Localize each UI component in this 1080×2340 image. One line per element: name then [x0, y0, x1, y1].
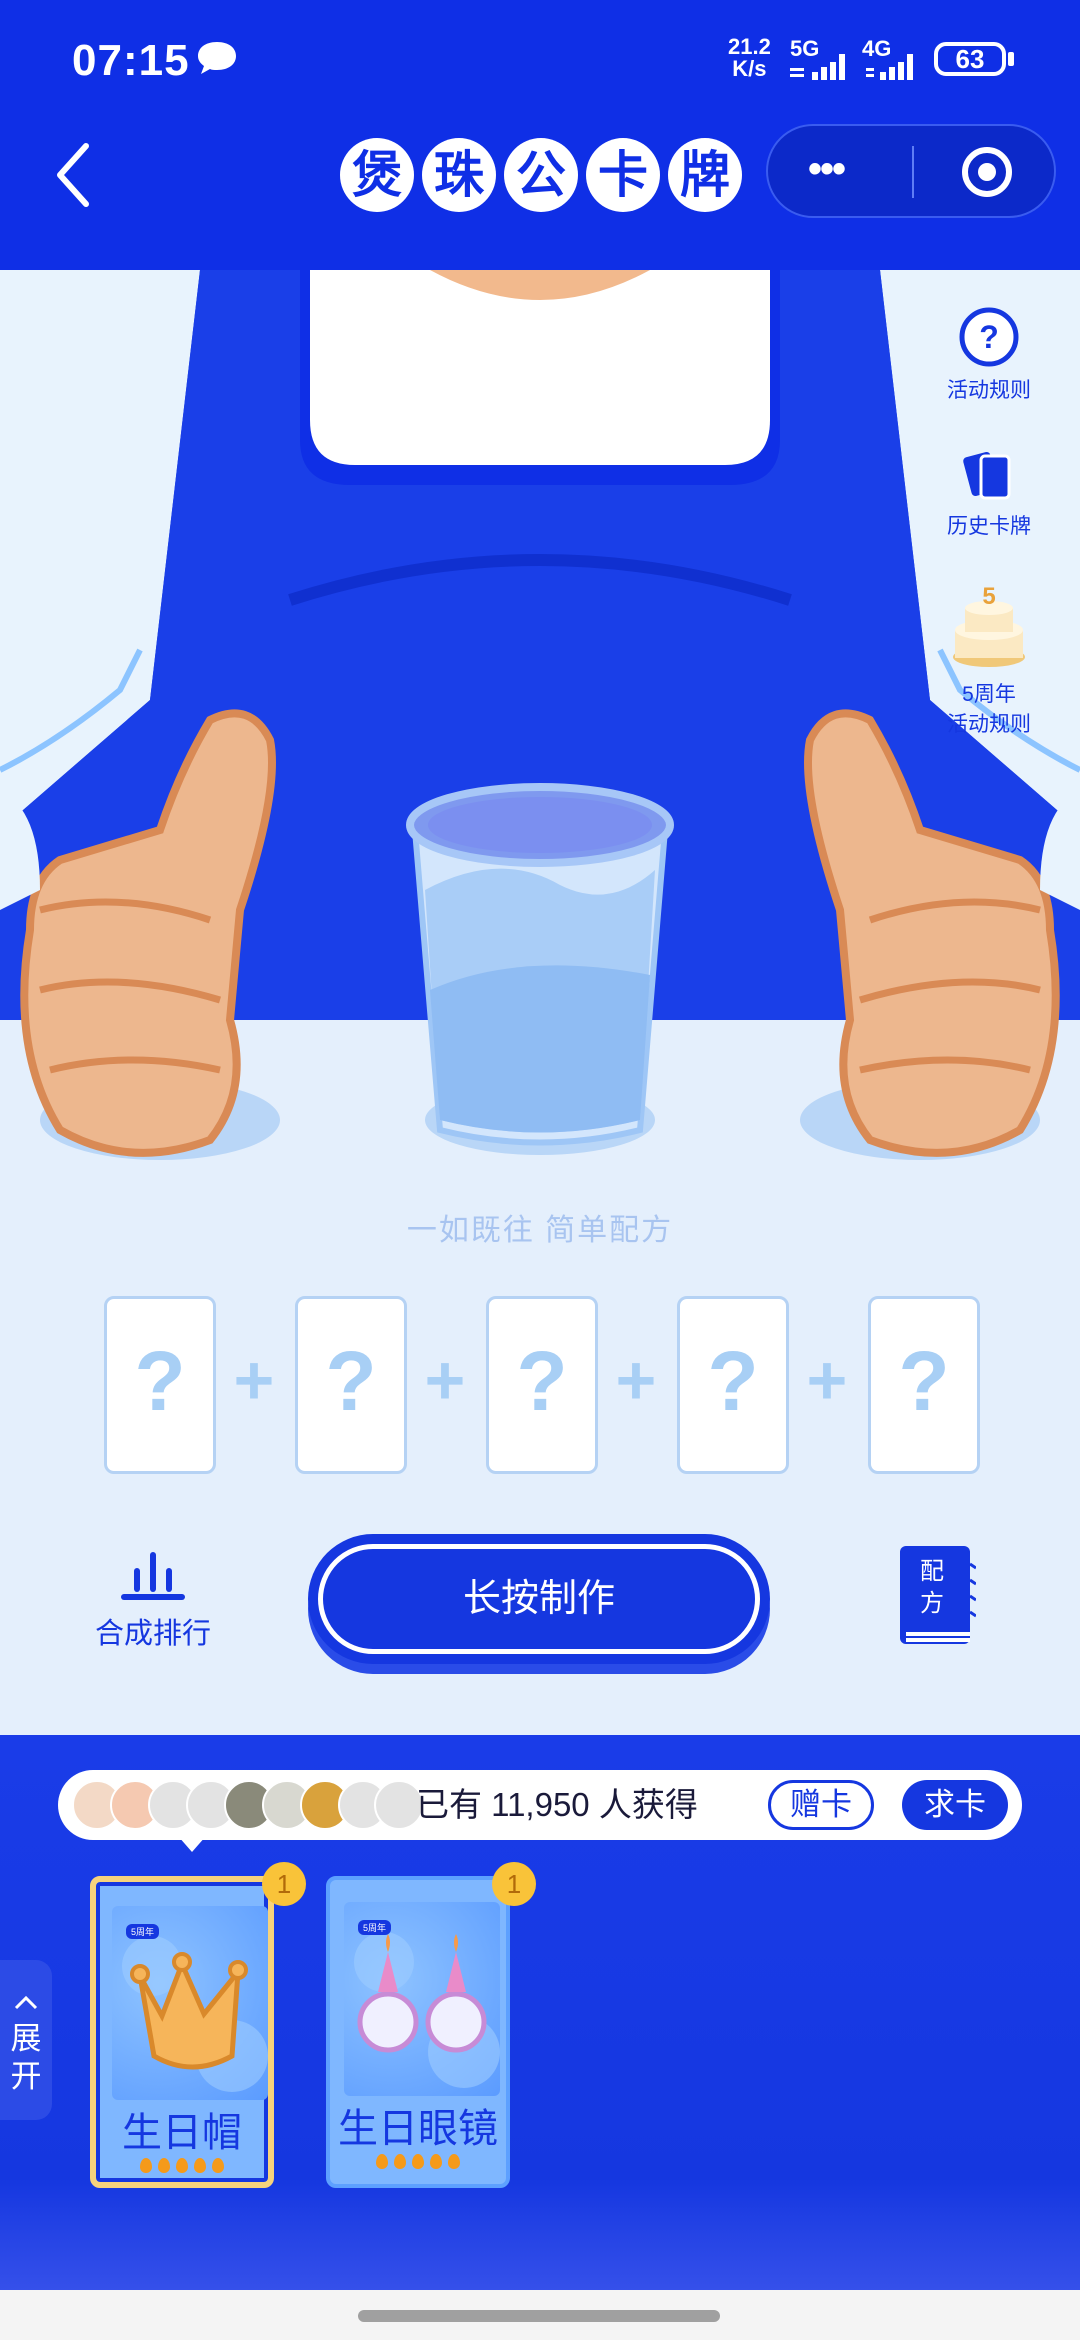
question-mark-icon: ?	[898, 1334, 950, 1428]
expand-label-2: 开	[10, 2059, 42, 2094]
signal-strength-icon	[790, 54, 845, 80]
card-count-badge: 1	[262, 1862, 306, 1906]
drop-icon	[412, 2154, 424, 2169]
page-title: 煲 珠 公 卡 牌	[340, 138, 742, 212]
expand-tab[interactable]: 展 开	[0, 1960, 52, 2120]
owners-count: 已有 11,950 人获得	[416, 1786, 698, 1823]
drop-icon	[212, 2158, 224, 2173]
battery-icon: 63	[934, 42, 1006, 76]
svg-text:?: ?	[979, 319, 999, 355]
anniversary-badge: 5周年	[126, 1924, 160, 1939]
birthday-cake-icon: 5	[953, 583, 1025, 667]
long-press-make-button[interactable]: 长按制作	[308, 1534, 770, 1664]
back-arrow-icon[interactable]	[50, 140, 100, 210]
chat-bubble-icon	[198, 42, 236, 74]
drop-icon	[176, 2158, 188, 2173]
question-mark-icon: ?	[707, 1334, 759, 1428]
question-circle-icon: ?	[959, 307, 1019, 367]
signal-strength-icon	[866, 54, 913, 80]
rules-label: 活动规则	[947, 379, 1031, 402]
expand-label-1: 展	[10, 2021, 42, 2056]
card-slot[interactable]: ?	[677, 1296, 789, 1474]
scene-illustration	[0, 270, 1080, 1735]
card-count-badge: 1	[492, 1862, 536, 1906]
system-nav-area	[0, 2290, 1080, 2340]
status-time: 07:15	[72, 36, 190, 85]
question-mark-icon: ?	[516, 1334, 568, 1428]
anniversary-badge: 5周年	[358, 1920, 392, 1935]
make-button-label: 长按制作	[462, 1578, 615, 1620]
network-speed: 21.2 K/s	[728, 34, 771, 81]
question-mark-icon: ?	[325, 1334, 377, 1428]
anniversary-label-2: 活动规则	[947, 713, 1031, 736]
drop-icon	[448, 2154, 460, 2169]
card-artwork: 5周年	[344, 1902, 500, 2096]
drop-icon	[194, 2158, 206, 2173]
close-target-icon[interactable]	[961, 146, 1013, 198]
title-char: 牌	[668, 138, 742, 212]
card-rarity	[330, 2154, 506, 2174]
capsule-divider	[912, 146, 914, 198]
card-birthday-hat[interactable]: 5周年 生日帽	[90, 1876, 274, 2188]
drop-icon	[376, 2154, 388, 2169]
card-slot[interactable]: ?	[486, 1296, 598, 1474]
battery-tip	[1008, 52, 1014, 66]
history-cards-label: 历史卡牌	[947, 515, 1031, 538]
title-char: 公	[504, 138, 578, 212]
title-char: 卡	[586, 138, 660, 212]
anniversary-label-1: 5周年	[962, 683, 1016, 706]
card-name: 生日眼镜	[338, 2107, 498, 2151]
home-indicator[interactable]	[358, 2310, 720, 2322]
mini-program-capsule: •••	[766, 124, 1056, 218]
drop-icon	[140, 2158, 152, 2173]
card-slot[interactable]: ?	[295, 1296, 407, 1474]
status-bar: 07:15 21.2 K/s 5G 4G 63	[0, 0, 1080, 120]
plus-icon: +	[233, 1341, 275, 1419]
svg-text:5: 5	[982, 583, 995, 610]
card-slot[interactable]: ?	[104, 1296, 216, 1474]
avatar-group	[68, 1780, 438, 1832]
title-char: 煲	[340, 138, 414, 212]
more-options-button[interactable]: •••	[808, 149, 846, 189]
recipe-label: 配 方	[920, 1558, 944, 1617]
cards-stack-icon	[963, 451, 1011, 500]
card-birthday-glasses[interactable]: 5周年 生日眼镜	[326, 1876, 510, 2188]
anniversary-rules-entry[interactable]: 5 5周年 活动规则	[924, 582, 1054, 738]
card-artwork: 5周年	[112, 1906, 268, 2100]
drop-icon	[430, 2154, 442, 2169]
owners-bar: 已有 11,950 人获得 赠卡 求卡	[58, 1770, 1022, 1852]
card-rarity	[96, 2158, 268, 2178]
request-card-button[interactable]: 求卡	[902, 1780, 1008, 1830]
chevron-up-icon	[14, 1995, 38, 2010]
rules-entry[interactable]: ? 活动规则	[924, 306, 1054, 404]
plus-icon: +	[806, 1341, 848, 1419]
question-mark-icon: ?	[134, 1334, 186, 1428]
plus-icon: +	[615, 1341, 657, 1419]
recipe-tagline: 一如既往 简单配方	[406, 1214, 674, 1247]
recipe-book-button[interactable]: 配 方	[898, 1544, 976, 1650]
gift-card-button[interactable]: 赠卡	[768, 1780, 874, 1830]
pointer-caret	[178, 1836, 206, 1852]
plus-icon: +	[424, 1341, 466, 1419]
card-slot[interactable]: ?	[868, 1296, 980, 1474]
ranking-icon	[121, 1552, 185, 1600]
drop-icon	[394, 2154, 406, 2169]
title-char: 珠	[422, 138, 496, 212]
drop-icon	[158, 2158, 170, 2173]
ranking-label: 合成排行	[94, 1618, 211, 1650]
history-cards-entry[interactable]: 历史卡牌	[924, 448, 1054, 540]
card-name: 生日帽	[122, 2111, 242, 2155]
ranking-entry[interactable]: 合成排行	[88, 1550, 218, 1652]
